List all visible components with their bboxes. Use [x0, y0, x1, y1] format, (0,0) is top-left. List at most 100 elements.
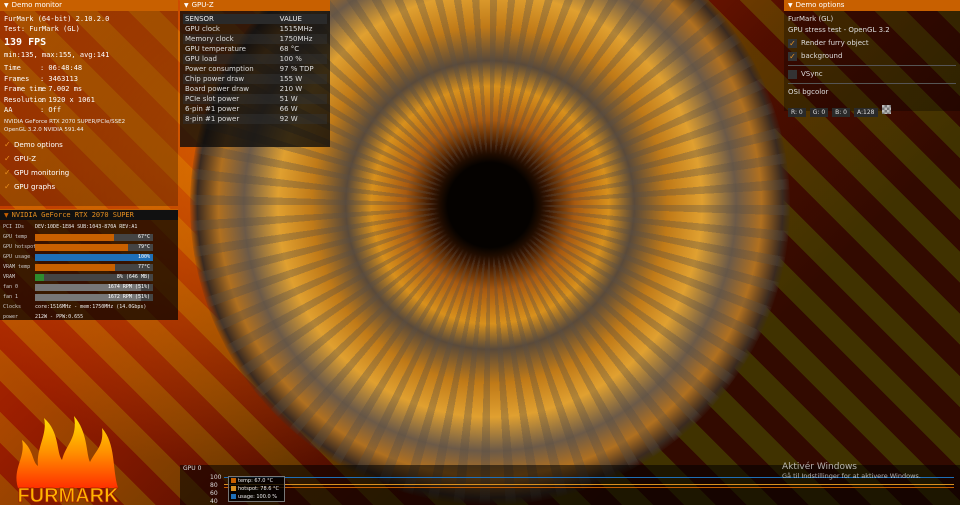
- metric-label: fan 1: [3, 294, 19, 300]
- gpu-info-panel: PCI IDs DEV:10DE-1E84 SUB:1043-870A REV:A…: [0, 220, 178, 320]
- graph-legend: temp: 67.0 °C hotspot: 78.6 °C usage: 10…: [228, 476, 285, 502]
- gpu-info-header[interactable]: ▼ NVIDIA GeForce RTX 2070 SUPER: [0, 209, 178, 220]
- sensor-row: GPU clock 1515MHz: [183, 24, 327, 34]
- divider: [788, 65, 956, 66]
- legend-swatch: [231, 486, 236, 491]
- options-title: FurMark (GL): [788, 15, 834, 23]
- stat-label: Resolution: [4, 95, 47, 104]
- checkmark-icon: ✓: [4, 153, 11, 163]
- background-checkbox[interactable]: ✓ background: [788, 51, 956, 62]
- sensor-value: 1515MHz: [279, 25, 313, 33]
- osi-bgcolor-label: OSI bgcolor: [788, 88, 829, 96]
- power-value: 212W - PPW:0.655: [35, 314, 84, 320]
- gpu-metric-row: VRAM 8% (646 MB): [3, 272, 175, 282]
- gpu-metric-row: GPU usage 100%: [3, 252, 175, 262]
- metric-value: 79°C: [137, 243, 150, 250]
- monitor-option-checkbox[interactable]: ✓ GPU-Z: [4, 152, 174, 166]
- sensor-row: Board power draw 210 W: [183, 84, 327, 94]
- collapse-triangle-icon: ▼: [4, 2, 9, 9]
- metric-bar: 77°C: [35, 263, 153, 271]
- sensor-row: Memory clock 1750MHz: [183, 34, 327, 44]
- metric-bar: 67°C: [35, 233, 153, 241]
- sensor-row: 8-pin #1 power 92 W: [183, 114, 327, 124]
- opengl-version: OpenGL 3.2.0 NVIDIA 591.44: [4, 126, 84, 133]
- gpuz-header[interactable]: ▼ GPU-Z: [180, 0, 330, 11]
- app-title: FurMark (64-bit) 2.10.2.0: [4, 15, 110, 23]
- sensor-row: Power consumption 97 % TDP: [183, 64, 327, 74]
- tick-label: 40: [210, 498, 218, 505]
- stat-row: Time : 06:48:48: [4, 63, 174, 74]
- gpu-metric-row: GPU temp 67°C: [3, 232, 175, 242]
- render-furry-checkbox[interactable]: ✓ Render furry object: [788, 38, 956, 49]
- sensor-value: 97 % TDP: [279, 65, 314, 73]
- collapse-triangle-icon: ▼: [788, 2, 793, 9]
- r-input[interactable]: R: 0: [788, 108, 806, 117]
- stat-label: AA: [4, 106, 13, 114]
- color-swatch[interactable]: [881, 105, 891, 114]
- stat-label: Frames: [4, 74, 30, 83]
- stat-row: Frames : 3463113: [4, 74, 174, 85]
- power-label: power: [3, 314, 19, 320]
- legend-item: temp: 67.0 °C: [229, 477, 284, 485]
- demo-monitor-panel: FurMark (64-bit) 2.10.2.0 Test: FurMark …: [0, 11, 178, 206]
- metric-value: 1674 RPM (51%): [107, 283, 150, 290]
- stat-value: : 7.002 ms: [40, 85, 83, 93]
- checkmark-icon: ✓: [788, 38, 797, 48]
- stat-value: : Off: [40, 106, 62, 114]
- metric-bar: 100%: [35, 253, 153, 261]
- gpuz-sensor-table: SENSOR VALUE GPU clock 1515MHz Memory clock…: [183, 14, 327, 124]
- collapse-triangle-icon: ▼: [184, 2, 189, 9]
- legend-item: hotspot: 78.6 °C: [229, 485, 284, 493]
- sensor-row: PCIe slot power 51 W: [183, 94, 327, 104]
- stat-row: Resolution: 1920 x 1061: [4, 95, 174, 106]
- sensor-name: Board power draw: [185, 85, 249, 93]
- demo-options-panel: FurMark (GL) GPU stress test - OpenGL 3.…: [784, 11, 960, 117]
- checkmark-icon: ✓: [4, 139, 11, 149]
- metric-bar: 1672 RPM (51%): [35, 293, 153, 301]
- stat-value: : 06:48:48: [40, 64, 83, 72]
- tick-label: 100: [210, 474, 222, 481]
- legend-item: usage: 100.0 %: [229, 493, 284, 501]
- metric-label: GPU usage: [3, 254, 31, 260]
- sensor-row: 6-pin #1 power 66 W: [183, 104, 327, 114]
- metric-label: GPU temp: [3, 234, 28, 240]
- temp-line: [224, 487, 954, 488]
- stat-row: AA : Off: [4, 105, 174, 116]
- a-input[interactable]: A:128: [854, 108, 878, 117]
- col-value: VALUE: [277, 14, 327, 24]
- col-sensor: SENSOR: [183, 14, 278, 24]
- metric-bar-fill: [35, 253, 153, 261]
- gpu-metric-row: fan 0 1674 RPM (51%): [3, 282, 175, 292]
- flame-shape: [16, 416, 118, 488]
- sensor-value: 100 %: [277, 54, 327, 64]
- metric-bar-fill: [35, 233, 115, 241]
- options-subtitle: GPU stress test - OpenGL 3.2: [788, 26, 890, 34]
- hotspot-line: [224, 484, 954, 485]
- tick-label: 80: [210, 482, 218, 489]
- checkmark-icon: ✓: [4, 181, 11, 191]
- checkmark-icon: ✓: [4, 167, 11, 177]
- sensor-name: Chip power draw: [183, 74, 278, 84]
- sensor-value: 210 W: [279, 85, 303, 93]
- metric-bar: 8% (646 MB): [35, 273, 153, 281]
- monitor-option-checkbox[interactable]: ✓ Demo options: [4, 138, 174, 152]
- sensor-name: Power consumption: [185, 65, 254, 73]
- divider: [788, 83, 956, 84]
- demo-options-header[interactable]: ▼ Demo options: [784, 0, 960, 11]
- sensor-value: 68 °C: [279, 45, 300, 53]
- stat-label: Time: [4, 64, 21, 72]
- demo-monitor-header[interactable]: ▼ Demo monitor: [0, 0, 178, 11]
- monitor-option-checkbox[interactable]: ✓ GPU graphs: [4, 180, 174, 194]
- stat-value: : 3463113: [40, 74, 78, 83]
- sensor-name: 6-pin #1 power: [185, 105, 240, 113]
- vsync-checkbox[interactable]: VSync: [788, 69, 956, 80]
- b-input[interactable]: B: 0: [832, 108, 851, 117]
- g-input[interactable]: G: 0: [809, 108, 829, 117]
- sensor-value: 66 W: [279, 105, 298, 113]
- legend-swatch: [231, 478, 236, 483]
- sensor-name: PCIe slot power: [183, 94, 278, 104]
- sensor-value: 92 W: [277, 114, 327, 124]
- monitor-option-checkbox[interactable]: ✓ GPU monitoring: [4, 166, 174, 180]
- metric-label: VRAM: [3, 274, 16, 280]
- collapse-triangle-icon: ▼: [4, 212, 9, 219]
